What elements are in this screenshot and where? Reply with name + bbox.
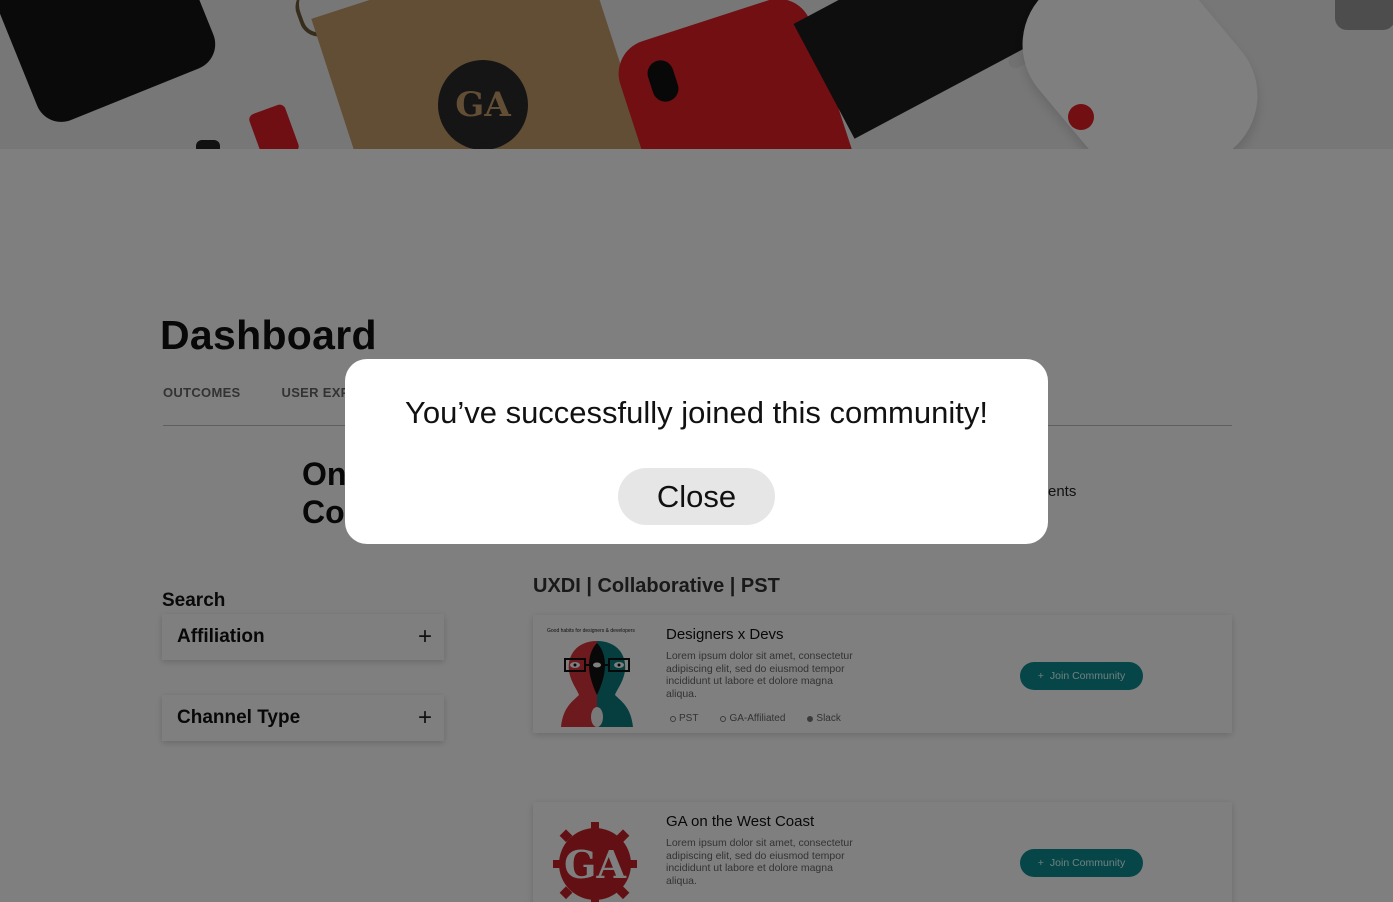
- close-button[interactable]: Close: [618, 468, 775, 525]
- success-message: You’ve successfully joined this communit…: [405, 395, 988, 430]
- success-dialog: You’ve successfully joined this communit…: [345, 359, 1048, 544]
